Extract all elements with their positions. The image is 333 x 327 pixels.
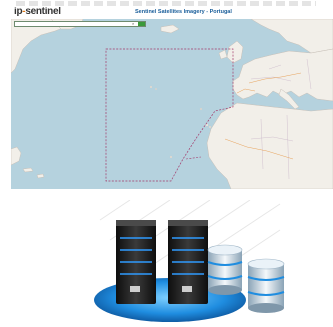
database-stack-right-icon — [247, 258, 285, 313]
page-title: Sentinel Satellites Imagery - Portugal — [135, 9, 232, 15]
logo-suffix: sentinel — [25, 7, 61, 17]
cropped-header-strip — [16, 1, 316, 6]
search-go-button[interactable] — [138, 22, 145, 26]
server-database-illustration — [94, 200, 285, 322]
search-input[interactable] — [17, 22, 129, 26]
location-search[interactable]: ⌕ — [14, 21, 146, 27]
map-app-window: ip-sentinel Sentinel Satellites Imagery … — [11, 7, 333, 189]
database-stack-left-icon — [207, 244, 243, 295]
search-icon[interactable]: ⌕ — [132, 22, 136, 26]
app-logo: ip-sentinel — [14, 7, 61, 17]
server-right-icon — [168, 220, 208, 304]
africa-landmass — [206, 102, 333, 189]
app-header: ip-sentinel Sentinel Satellites Imagery … — [11, 7, 333, 19]
map-view[interactable] — [11, 19, 333, 189]
server-left-icon — [116, 220, 156, 304]
